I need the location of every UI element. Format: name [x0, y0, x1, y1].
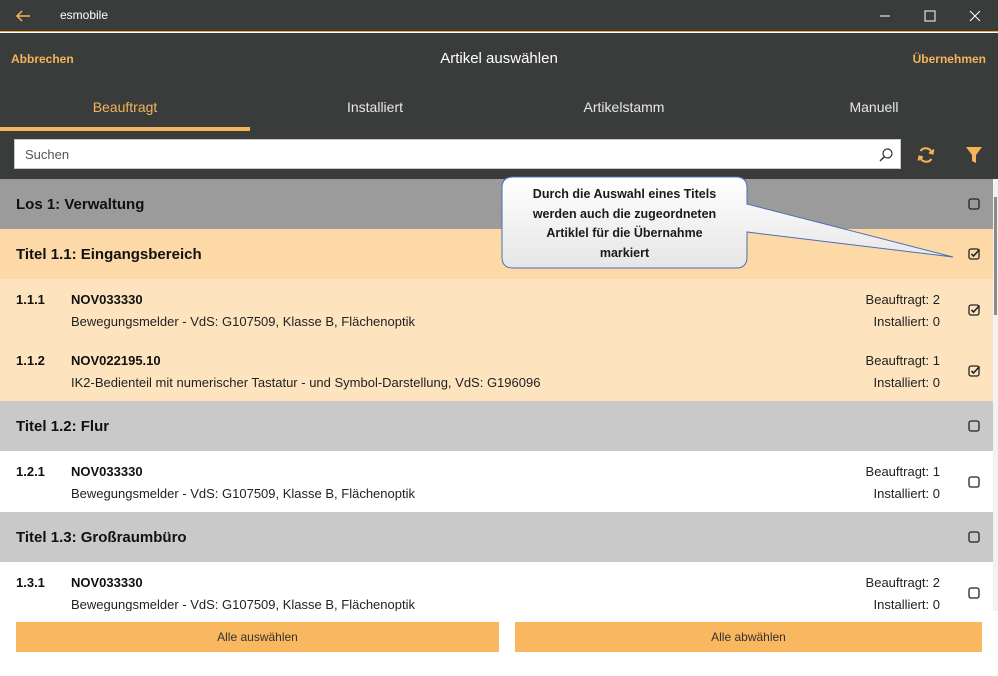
- item-code: NOV022195.10: [71, 353, 161, 368]
- maximize-icon: [924, 10, 936, 22]
- window-titlebar: esmobile: [0, 0, 998, 32]
- item-code: NOV033330: [71, 464, 143, 479]
- item-installed-count: Installiert: 0: [873, 486, 940, 501]
- checkbox-icon[interactable]: [967, 197, 981, 211]
- maximize-button[interactable]: [907, 0, 953, 32]
- search-icon[interactable]: [878, 147, 894, 163]
- checkbox-checked-icon[interactable]: [967, 303, 981, 317]
- item-row-1-2-1[interactable]: 1.2.1 NOV033330 Bewegungsmelder - VdS: G…: [0, 451, 993, 512]
- tab-bar: Beauftragt Installiert Artikelstamm Manu…: [0, 83, 998, 131]
- list-scrollbar[interactable]: [993, 179, 998, 611]
- item-row-1-1-1[interactable]: 1.1.1 NOV033330 Bewegungsmelder - VdS: G…: [0, 279, 993, 340]
- item-number: 1.3.1: [16, 575, 45, 590]
- tab-artikelstamm[interactable]: Artikelstamm: [499, 83, 749, 131]
- item-ordered-count: Beauftragt: 1: [865, 353, 940, 368]
- title-row-1-2[interactable]: Titel 1.2: Flur: [0, 401, 993, 451]
- scrollbar-thumb[interactable]: [994, 197, 997, 315]
- tab-manuell[interactable]: Manuell: [749, 83, 998, 131]
- item-code: NOV033330: [71, 575, 143, 590]
- filter-icon[interactable]: [964, 145, 984, 165]
- item-ordered-count: Beauftragt: 2: [865, 292, 940, 307]
- close-icon: [969, 10, 981, 22]
- apply-button[interactable]: Übernehmen: [913, 52, 986, 66]
- search-box: [14, 139, 901, 169]
- title-label: Titel 1.3: Großraumbüro: [16, 529, 187, 546]
- item-installed-count: Installiert: 0: [873, 597, 940, 611]
- item-number: 1.1.1: [16, 292, 45, 307]
- tab-beauftragt[interactable]: Beauftragt: [0, 83, 250, 131]
- item-row-1-1-2[interactable]: 1.1.2 NOV022195.10 IK2-Bedienteil mit nu…: [0, 340, 993, 401]
- title-label: Titel 1.2: Flur: [16, 418, 110, 435]
- page-title: Artikel auswählen: [440, 50, 558, 67]
- item-row-1-3-1[interactable]: 1.3.1 NOV033330 Bewegungsmelder - VdS: G…: [0, 562, 993, 611]
- checkbox-icon[interactable]: [967, 419, 981, 433]
- minimize-icon: [880, 15, 890, 17]
- group-row-los[interactable]: Los 1: Verwaltung: [0, 179, 993, 229]
- item-description: Bewegungsmelder - VdS: G107509, Klasse B…: [71, 486, 415, 501]
- tab-installiert[interactable]: Installiert: [250, 83, 500, 131]
- item-ordered-count: Beauftragt: 2: [865, 575, 940, 590]
- item-installed-count: Installiert: 0: [873, 375, 940, 390]
- title-row-1-3[interactable]: Titel 1.3: Großraumbüro: [0, 512, 993, 562]
- select-all-button[interactable]: Alle auswählen: [16, 622, 499, 652]
- checkbox-icon[interactable]: [967, 475, 981, 489]
- title-row-1-1[interactable]: Titel 1.1: Eingangsbereich: [0, 229, 993, 279]
- item-number: 1.1.2: [16, 353, 45, 368]
- item-description: Bewegungsmelder - VdS: G107509, Klasse B…: [71, 314, 415, 329]
- back-arrow-icon[interactable]: [14, 7, 32, 25]
- item-description: Bewegungsmelder - VdS: G107509, Klasse B…: [71, 597, 415, 611]
- article-list: Los 1: Verwaltung Titel 1.1: Eingangsber…: [0, 179, 998, 611]
- checkbox-icon[interactable]: [967, 530, 981, 544]
- footer-bar: Alle auswählen Alle abwählen: [0, 611, 998, 676]
- checkbox-icon[interactable]: [967, 586, 981, 600]
- search-input[interactable]: [15, 140, 865, 168]
- item-installed-count: Installiert: 0: [873, 314, 940, 329]
- title-label: Titel 1.1: Eingangsbereich: [16, 246, 202, 263]
- item-code: NOV033330: [71, 292, 143, 307]
- minimize-button[interactable]: [862, 0, 908, 32]
- item-number: 1.2.1: [16, 464, 45, 479]
- callout-line: Artiklel für die Übernahme: [546, 226, 703, 240]
- search-bar: [0, 131, 998, 179]
- group-label: Los 1: Verwaltung: [16, 196, 145, 213]
- item-description: IK2-Bedienteil mit numerischer Tastatur …: [71, 375, 541, 390]
- close-button[interactable]: [952, 0, 998, 32]
- callout-line: Durch die Auswahl eines Titels: [532, 187, 717, 201]
- checkbox-checked-icon[interactable]: [967, 247, 981, 261]
- page-header: Abbrechen Artikel auswählen Übernehmen: [0, 33, 998, 83]
- app-title: esmobile: [60, 8, 109, 22]
- callout-line: markiert: [599, 245, 650, 260]
- checkbox-checked-icon[interactable]: [967, 364, 981, 378]
- item-ordered-count: Beauftragt: 1: [865, 464, 940, 479]
- callout-text: Durch die Auswahl eines Titels werden au…: [503, 184, 746, 266]
- refresh-icon[interactable]: [916, 145, 936, 165]
- deselect-all-button[interactable]: Alle abwählen: [515, 622, 982, 652]
- callout-line: werden auch die zugeordneten: [532, 206, 717, 221]
